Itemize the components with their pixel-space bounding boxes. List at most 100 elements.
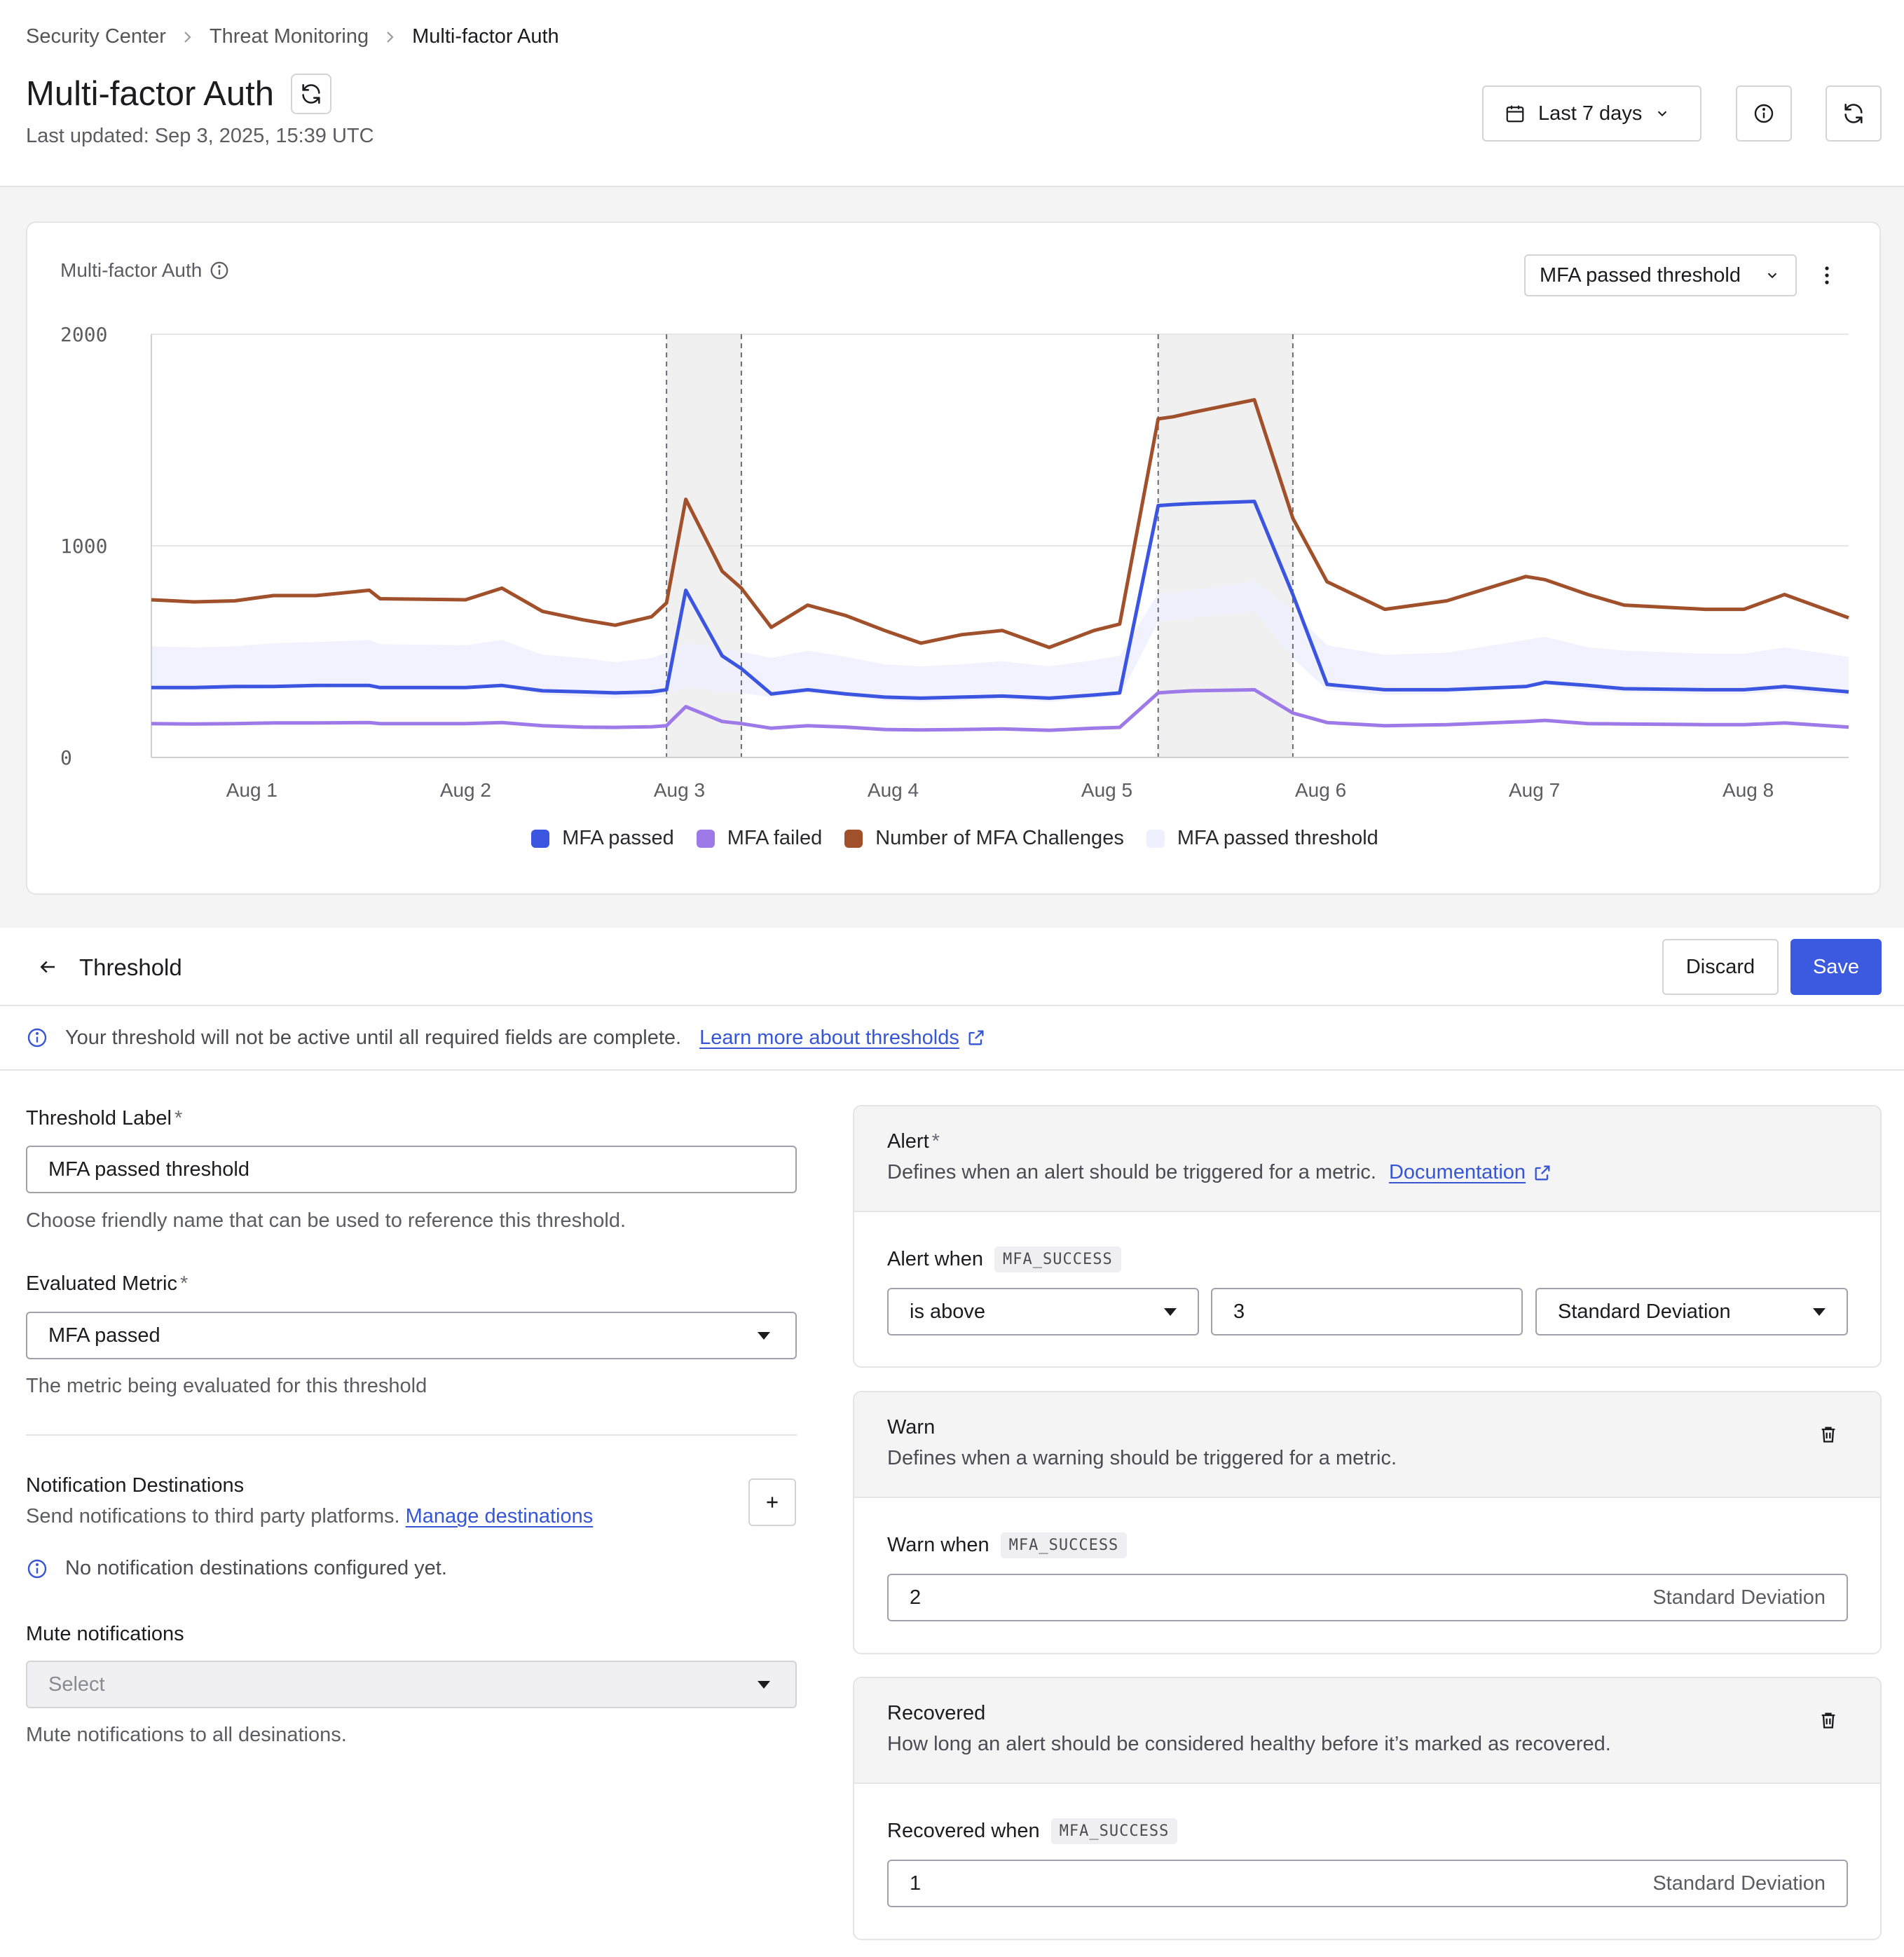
refresh-icon: [1844, 103, 1863, 124]
x-tick-label: Aug 5: [1081, 779, 1132, 801]
evaluated-metric-select[interactable]: MFA passed: [26, 1312, 797, 1359]
alert-value-input[interactable]: 3: [1211, 1288, 1523, 1335]
external-link-icon: [1535, 1165, 1550, 1180]
metric-code-tag: MFA_SUCCESS: [1050, 1818, 1178, 1844]
warn-card-header: Warn Defines when a warning should be tr…: [854, 1392, 1880, 1498]
alert-operator-value: is above: [910, 1300, 986, 1323]
last-updated: Last updated: Sep 3, 2025, 15:39 UTC: [26, 125, 374, 147]
recovered-unit: Standard Deviation: [1652, 1872, 1826, 1895]
title-row: Multi-factor Auth: [26, 74, 332, 114]
warn-desc-text: Defines when a warning should be trigger…: [887, 1447, 1397, 1469]
alert-card-header: Alert * Defines when an alert should be t…: [854, 1106, 1880, 1212]
trash-icon[interactable]: [1814, 1706, 1842, 1734]
warn-value: 2: [910, 1586, 922, 1609]
trash-icon[interactable]: [1814, 1420, 1842, 1448]
refresh-button[interactable]: [1826, 85, 1882, 142]
mute-notifications-help: Mute notifications to all desinations.: [26, 1724, 347, 1746]
series-line-number-of-mfa-challenges: [151, 398, 1849, 650]
alert-when-label: Alert when: [887, 1248, 984, 1270]
learn-more-link-text: Learn more about thresholds: [699, 1026, 959, 1049]
y-tick-label: 0: [60, 746, 72, 769]
warn-value-input[interactable]: 2 Standard Deviation: [887, 1574, 1848, 1621]
alert-operator-select[interactable]: is above: [887, 1288, 1199, 1335]
notification-destinations-title: Notification Destinations: [26, 1474, 245, 1497]
breadcrumb-threat-monitoring[interactable]: Threat Monitoring: [210, 25, 369, 48]
title-refresh-button[interactable]: [291, 74, 332, 114]
date-range-picker[interactable]: Last 7 days: [1482, 85, 1701, 142]
threshold-toolbar: Threshold Discard Save: [0, 928, 1904, 1006]
learn-more-link[interactable]: Learn more about thresholds: [699, 1026, 986, 1050]
banner-text: Your threshold will not be active until …: [65, 1026, 682, 1049]
legend-item[interactable]: MFA passed threshold: [1146, 827, 1378, 850]
external-link-icon: [968, 1030, 984, 1045]
caret-down-icon: [758, 1680, 770, 1689]
threshold-title: Threshold: [79, 954, 182, 980]
recovered-value-input[interactable]: 1 Standard Deviation: [887, 1860, 1848, 1907]
caret-down-icon: [758, 1331, 770, 1340]
manage-destinations-link[interactable]: Manage destinations: [406, 1505, 594, 1527]
info-icon: [27, 1559, 47, 1578]
info-icon: [1754, 104, 1774, 123]
y-tick-label: 2000: [60, 323, 107, 346]
info-banner: Your threshold will not be active until …: [0, 1006, 1904, 1071]
x-tick-label: Aug 8: [1722, 779, 1774, 801]
legend-item[interactable]: Number of MFA Challenges: [844, 827, 1124, 850]
threshold-label-title-text: Threshold Label: [26, 1107, 172, 1129]
breadcrumb-security-center[interactable]: Security Center: [26, 25, 166, 48]
documentation-link[interactable]: Documentation: [1389, 1161, 1552, 1184]
chevron-down-icon: [1658, 111, 1667, 117]
alert-when-row: Alert when MFA_SUCCESS: [887, 1247, 1121, 1272]
evaluated-metric-title: Evaluated Metric *: [26, 1272, 188, 1296]
legend-swatch: [531, 829, 550, 848]
recovered-title: Recovered: [887, 1702, 986, 1724]
legend-swatch: [844, 829, 863, 848]
x-tick-label: Aug 7: [1509, 779, 1560, 801]
date-range-label: Last 7 days: [1538, 102, 1643, 125]
breadcrumb: Security Center Threat Monitoring Multi-…: [26, 25, 559, 48]
x-tick-label: Aug 1: [226, 779, 278, 801]
warn-desc: Defines when a warning should be trigger…: [887, 1447, 1397, 1470]
chart-legend: MFA passed MFA failed Number of MFA Challe…: [27, 827, 1882, 850]
page-title: Multi-factor Auth: [26, 75, 275, 113]
evaluated-metric-value: MFA passed: [48, 1324, 160, 1347]
alert-title: Alert *: [887, 1130, 940, 1153]
recovered-when-row: Recovered when MFA_SUCCESS: [887, 1818, 1178, 1844]
mute-notifications-select[interactable]: Select: [26, 1661, 797, 1708]
threshold-label-input[interactable]: MFA passed threshold: [26, 1146, 797, 1193]
refresh-icon: [302, 83, 320, 104]
chart-section: Multi-factor Auth MFA passed threshold 0…: [0, 187, 1904, 928]
metric-code-tag: MFA_SUCCESS: [1000, 1532, 1128, 1558]
threshold-label-title: Threshold Label *: [26, 1107, 182, 1130]
caret-down-icon: [1813, 1307, 1826, 1316]
save-button[interactable]: Save: [1790, 939, 1882, 995]
required-mark: *: [931, 1130, 940, 1153]
chevron-right-icon: [369, 30, 412, 44]
alert-title-text: Alert: [887, 1130, 929, 1153]
alert-value: 3: [1233, 1300, 1245, 1323]
required-mark: *: [174, 1107, 183, 1129]
add-destination-button[interactable]: [748, 1478, 796, 1526]
plus-icon: [767, 1497, 778, 1508]
y-tick-label: 1000: [60, 535, 107, 558]
discard-button[interactable]: Discard: [1662, 939, 1779, 995]
recovered-desc-text: How long an alert should be considered h…: [887, 1733, 1611, 1755]
alert-unit-select[interactable]: Standard Deviation: [1535, 1288, 1848, 1335]
back-arrow-icon[interactable]: [34, 953, 62, 981]
evaluated-metric-title-text: Evaluated Metric: [26, 1272, 177, 1295]
documentation-link-text: Documentation: [1388, 1161, 1526, 1183]
chevron-right-icon: [166, 30, 210, 44]
legend-label: MFA passed threshold: [1177, 827, 1378, 849]
legend-item[interactable]: MFA passed: [531, 827, 674, 850]
mute-notifications-title: Mute notifications: [26, 1623, 184, 1645]
no-destinations-text: No notification destinations configured …: [65, 1557, 447, 1579]
alert-unit-value: Standard Deviation: [1558, 1300, 1731, 1323]
recovered-card: Recovered How long an alert should be co…: [853, 1677, 1882, 1940]
notification-destinations-desc: Send notifications to third party platfo…: [26, 1505, 593, 1528]
metric-code-tag: MFA_SUCCESS: [994, 1247, 1121, 1272]
info-icon: [27, 1028, 47, 1048]
info-button[interactable]: [1736, 85, 1792, 142]
legend-item[interactable]: MFA failed: [696, 827, 822, 850]
evaluated-metric-help: The metric being evaluated for this thre…: [26, 1375, 427, 1397]
page-header: Security Center Threat Monitoring Multi-…: [0, 0, 1904, 187]
chart-plot: 0 1000 2000 Aug 1 Aug 2 Aug 3 Aug 4 Aug 5 Aug 6 A…: [60, 323, 1849, 801]
